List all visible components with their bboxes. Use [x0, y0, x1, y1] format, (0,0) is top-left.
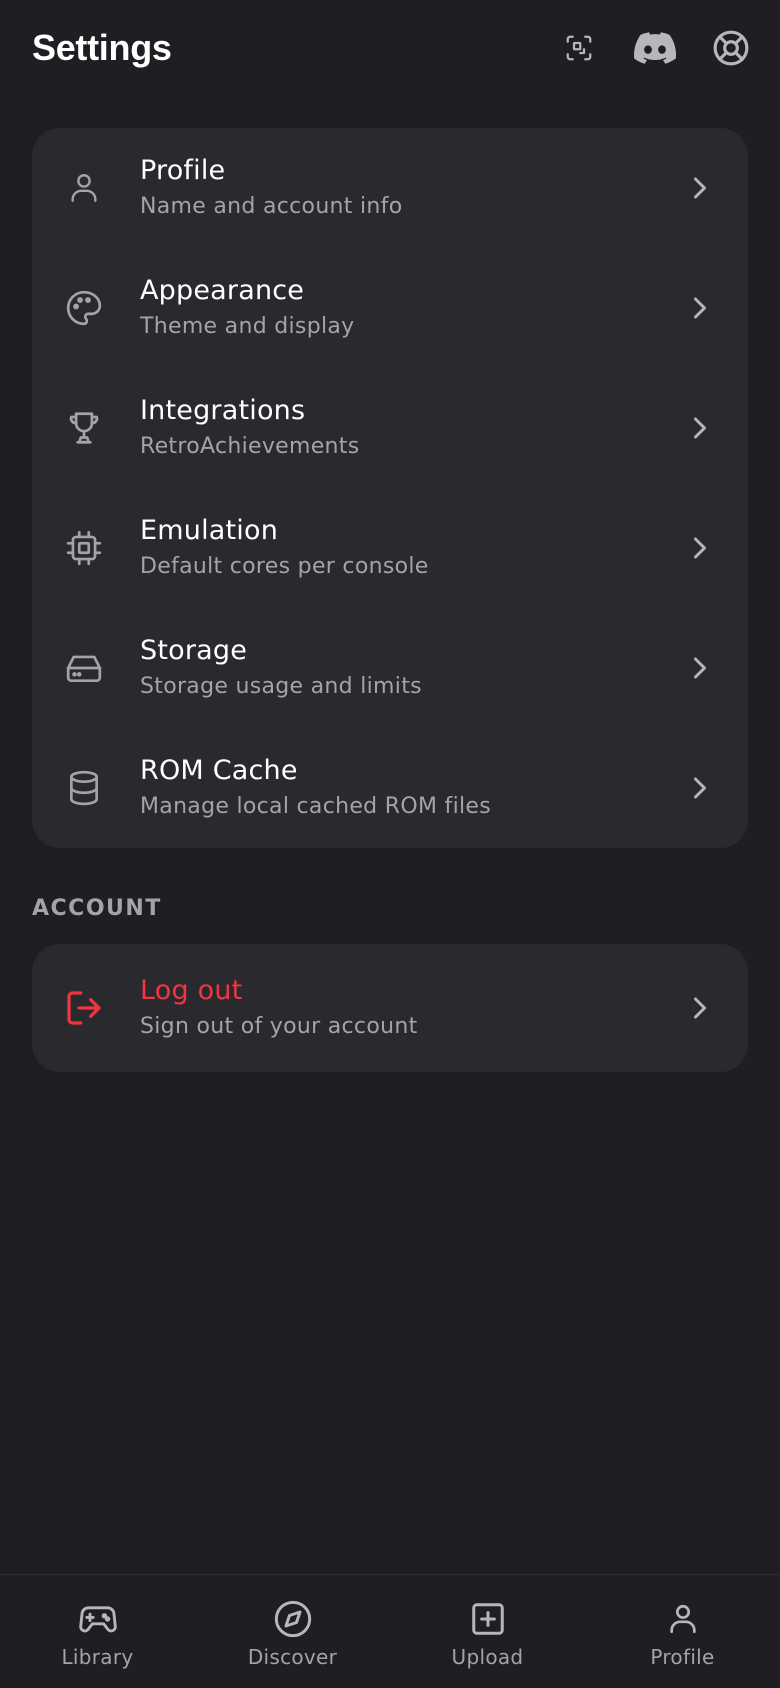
settings-item-profile[interactable]: Profile Name and account info	[32, 128, 748, 248]
header-actions	[556, 25, 754, 71]
qr-scan-icon	[566, 35, 592, 61]
chevron-right-icon	[694, 537, 706, 559]
logout-icon	[67, 991, 101, 1025]
account-section-label: ACCOUNT	[32, 896, 162, 921]
account-card: Log out Sign out of your account	[32, 944, 748, 1072]
logout-title: Log out	[140, 975, 243, 1006]
discord-button[interactable]	[632, 25, 678, 71]
database-icon	[69, 770, 99, 806]
chevron-right-icon	[694, 177, 706, 199]
logout-button[interactable]: Log out Sign out of your account	[32, 944, 748, 1072]
chevron-right-icon	[694, 417, 706, 439]
compass-icon	[274, 1600, 311, 1638]
cpu-chip-icon	[66, 530, 102, 566]
nav-library[interactable]: Library	[6, 1575, 189, 1669]
qr-scan-button[interactable]	[556, 25, 602, 71]
settings-item-subtitle: RetroAchievements	[140, 434, 360, 459]
settings-item-subtitle: Manage local cached ROM files	[140, 794, 491, 819]
nav-profile[interactable]: Profile	[591, 1575, 774, 1669]
nav-upload[interactable]: Upload	[396, 1575, 579, 1669]
plus-square-icon	[471, 1603, 504, 1635]
chevron-right-icon	[694, 777, 706, 799]
trophy-icon	[69, 412, 99, 444]
settings-item-storage[interactable]: Storage Storage usage and limits	[32, 608, 748, 728]
settings-card: Profile Name and account info Appearance…	[32, 128, 748, 848]
settings-item-title: ROM Cache	[140, 755, 298, 786]
nav-label: Upload	[451, 1645, 524, 1669]
settings-item-title: Emulation	[140, 515, 279, 546]
nav-label: Library	[61, 1645, 134, 1669]
chevron-right-icon	[694, 657, 706, 679]
nav-label: Discover	[247, 1645, 338, 1669]
settings-item-title: Profile	[140, 155, 226, 186]
settings-item-emulation[interactable]: Emulation Default cores per console	[32, 488, 748, 608]
user-icon	[669, 1604, 696, 1634]
settings-item-integrations[interactable]: Integrations RetroAchievements	[32, 368, 748, 488]
settings-item-subtitle: Storage usage and limits	[140, 674, 422, 699]
settings-item-subtitle: Theme and display	[140, 314, 355, 339]
settings-screen: Settings Profile Name and account info A…	[0, 0, 780, 1688]
discord-icon	[634, 32, 676, 64]
page-title: Settings	[32, 27, 172, 68]
settings-item-title: Appearance	[140, 275, 305, 306]
settings-item-subtitle: Default cores per console	[140, 554, 429, 579]
settings-item-title: Integrations	[140, 395, 306, 426]
settings-item-rom-cache[interactable]: ROM Cache Manage local cached ROM files	[32, 728, 748, 848]
gamepad-icon	[78, 1606, 117, 1633]
hard-drive-icon	[66, 655, 102, 683]
bottom-nav: Library Discover Upload Profile	[0, 1574, 780, 1688]
settings-item-title: Storage	[140, 635, 248, 666]
help-button[interactable]	[708, 25, 754, 71]
nav-discover[interactable]: Discover	[201, 1575, 384, 1669]
user-icon	[71, 174, 97, 202]
lifebuoy-icon	[713, 30, 749, 66]
nav-label: Profile	[650, 1645, 715, 1669]
settings-item-appearance[interactable]: Appearance Theme and display	[32, 248, 748, 368]
header: Settings	[0, 0, 780, 96]
logout-subtitle: Sign out of your account	[140, 1014, 418, 1039]
chevron-right-icon	[694, 997, 706, 1019]
chevron-right-icon	[694, 297, 706, 319]
settings-item-subtitle: Name and account info	[140, 194, 403, 219]
palette-icon	[66, 290, 102, 326]
